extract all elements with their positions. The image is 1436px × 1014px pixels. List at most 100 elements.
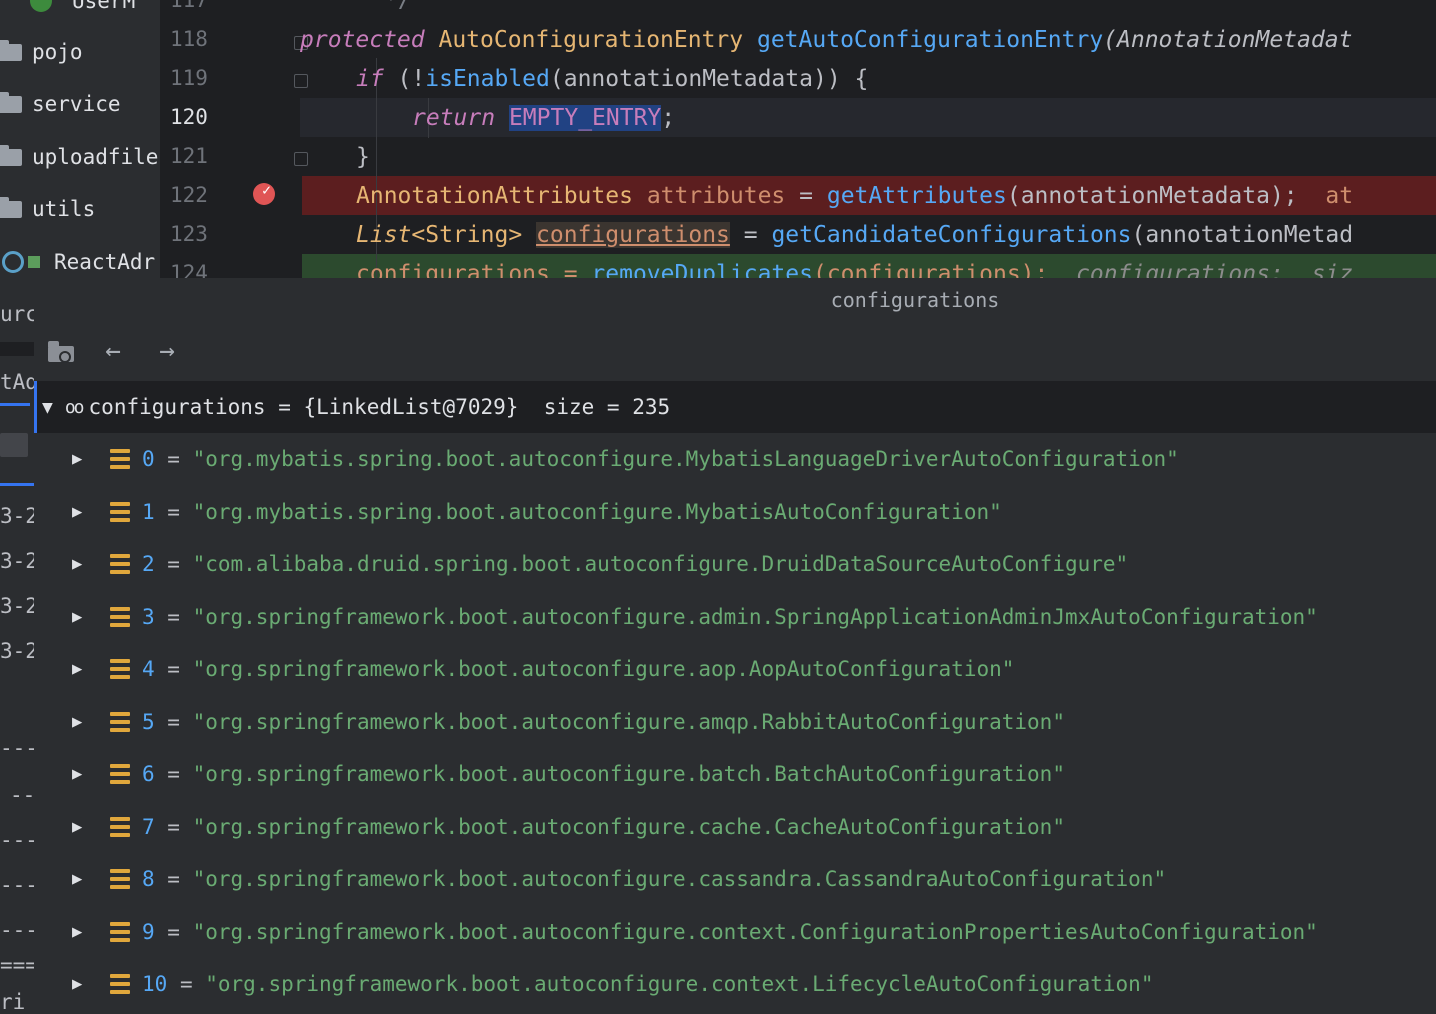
list-item[interactable]: ▶ 10 = "org.springframework.boot.autoconf… xyxy=(34,958,1436,1010)
leaf-icon xyxy=(28,256,40,268)
item-value: "org.mybatis.spring.boot.autoconfigure.M… xyxy=(192,447,1179,471)
watch-glasses-icon: oo xyxy=(64,396,85,418)
code-line-119: if (! isEnabled (annotationMetadata)) { xyxy=(356,65,869,92)
list-item[interactable]: ▶ 4 = "org.springframework.boot.autoconfi… xyxy=(34,643,1436,695)
line-number: 121 xyxy=(170,144,208,168)
item-value: "org.springframework.boot.autoconfigure.… xyxy=(205,972,1154,996)
tree-item-usermapper[interactable]: UserM xyxy=(0,0,135,16)
expand-arrow-icon[interactable]: ▶ xyxy=(72,712,88,732)
equals-sign: = xyxy=(154,605,193,629)
line-number: 122 xyxy=(170,183,208,207)
tree-item-label: UserM xyxy=(72,0,136,13)
cut-text: 3-2 xyxy=(0,549,34,573)
tree-item-utils[interactable]: utils xyxy=(0,194,95,224)
tree-item-label: service xyxy=(32,92,121,116)
list-item[interactable]: ▶ 3 = "org.springframework.boot.autoconfi… xyxy=(34,591,1436,643)
folder-icon xyxy=(0,144,22,166)
expand-arrow-icon[interactable]: ▶ xyxy=(72,554,88,574)
list-item[interactable]: ▶ 6 = "org.springframework.boot.autoconfi… xyxy=(34,748,1436,800)
interface-icon xyxy=(30,0,52,12)
tree-item-pojo[interactable]: pojo xyxy=(0,37,83,67)
cut-text: === xyxy=(0,953,34,977)
tab-indicator xyxy=(0,403,30,406)
tree-item-label: ReactAdr xyxy=(54,250,156,274)
variable-size: size = 235 xyxy=(543,395,671,419)
code-line-117: */ xyxy=(300,0,1436,19)
expand-arrow-icon[interactable]: ▶ xyxy=(72,502,88,522)
item-index: 10 xyxy=(142,972,168,996)
line-number: 119 xyxy=(170,66,208,90)
forward-button[interactable]: → xyxy=(150,336,184,366)
code-line-124: configurations = removeDuplicates (config… xyxy=(356,260,1354,279)
cut-text: urc xyxy=(0,302,34,326)
item-index: 5 xyxy=(142,710,155,734)
field-list-icon xyxy=(110,817,130,837)
cut-text: --- xyxy=(0,918,34,942)
item-index: 7 xyxy=(142,815,155,839)
project-sidebar: UserM pojo service uploadfile utils Reac… xyxy=(0,0,160,278)
item-value: "org.springframework.boot.autoconfigure.… xyxy=(192,657,1015,681)
list-item[interactable]: ▶ 5 = "org.springframework.boot.autoconfi… xyxy=(34,696,1436,748)
code-editor[interactable]: 117 118 119 120 121 122 123 124 ✓ */ pro… xyxy=(160,0,1436,278)
field-list-icon xyxy=(110,659,130,679)
collapse-arrow-icon[interactable]: ▼ xyxy=(42,397,53,418)
list-item[interactable]: ▶ 2 = "com.alibaba.druid.spring.boot.auto… xyxy=(34,538,1436,590)
code-line-123: List <String> configurations = getCandida… xyxy=(356,221,1354,248)
list-item[interactable]: ▶ 0 = "org.mybatis.spring.boot.autoconfig… xyxy=(34,433,1436,485)
equals-sign: = xyxy=(154,447,193,471)
expand-arrow-icon[interactable]: ▶ xyxy=(72,974,88,994)
tree-item-uploadfile[interactable]: uploadfile xyxy=(0,142,158,172)
console-icon[interactable] xyxy=(0,433,28,457)
tree-item-reactadmin[interactable]: ReactAdr xyxy=(0,247,155,277)
list-item[interactable]: ▶ 1 = "org.mybatis.spring.boot.autoconfig… xyxy=(34,486,1436,538)
list-item[interactable]: ▶ 9 = "org.springframework.boot.autoconfi… xyxy=(34,906,1436,958)
folder-settings-icon[interactable] xyxy=(46,338,76,364)
expand-arrow-icon[interactable]: ▶ xyxy=(72,449,88,469)
item-value: "org.springframework.boot.autoconfigure.… xyxy=(192,867,1167,891)
line-number: 117 xyxy=(170,0,208,12)
item-index: 1 xyxy=(142,500,155,524)
code-line-122: AnnotationAttributes attributes = getAtt… xyxy=(356,182,1354,209)
tree-item-service[interactable]: service xyxy=(0,89,121,119)
cut-text: 3-2 xyxy=(0,504,34,528)
field-list-icon xyxy=(110,869,130,889)
field-list-icon xyxy=(110,554,130,574)
field-list-icon xyxy=(110,764,130,784)
folder-icon xyxy=(0,91,22,113)
equals-sign: = xyxy=(154,920,193,944)
list-item[interactable]: ▶ 7 = "org.springframework.boot.autoconfi… xyxy=(34,801,1436,853)
line-number: 124 xyxy=(170,261,208,278)
expand-arrow-icon[interactable]: ▶ xyxy=(72,764,88,784)
item-value: "org.springframework.boot.autoconfigure.… xyxy=(192,920,1318,944)
equals-sign: = xyxy=(154,552,193,576)
module-icon xyxy=(2,251,24,273)
root-variable-row[interactable]: ▼ oo configurations = {LinkedList@7029} … xyxy=(34,381,1436,433)
expand-arrow-icon[interactable]: ▶ xyxy=(72,869,88,889)
back-button[interactable]: ← xyxy=(96,336,130,366)
field-list-icon xyxy=(110,502,130,522)
cut-text: 3-2 xyxy=(0,594,34,618)
list-item[interactable]: ▶ 8 = "org.springframework.boot.autoconfi… xyxy=(34,853,1436,905)
cut-text: ri xyxy=(0,990,26,1014)
item-value: "com.alibaba.druid.spring.boot.autoconfi… xyxy=(192,552,1129,576)
expand-arrow-icon[interactable]: ▶ xyxy=(72,607,88,627)
item-index: 8 xyxy=(142,867,155,891)
equals-sign: = xyxy=(154,710,193,734)
cut-text: tAd xyxy=(0,370,34,394)
item-index: 0 xyxy=(142,447,155,471)
equals-sign: = xyxy=(154,762,193,786)
item-index: 2 xyxy=(142,552,155,576)
expand-arrow-icon[interactable]: ▶ xyxy=(72,659,88,679)
breakpoint-check-icon: ✓ xyxy=(262,181,272,199)
expand-arrow-icon[interactable]: ▶ xyxy=(72,922,88,942)
variable-inspector-popup[interactable]: configurations ← → ▼ oo configurations =… xyxy=(34,278,1436,1014)
tree-item-label: pojo xyxy=(32,40,83,64)
tree-item-label: utils xyxy=(32,197,96,221)
item-index: 9 xyxy=(142,920,155,944)
expand-arrow-icon[interactable]: ▶ xyxy=(72,817,88,837)
cut-text: --- xyxy=(0,736,34,760)
line-number-current: 120 xyxy=(170,105,208,129)
variable-value: {LinkedList@7029} xyxy=(303,395,519,419)
item-index: 3 xyxy=(142,605,155,629)
equals-sign: = xyxy=(154,815,193,839)
